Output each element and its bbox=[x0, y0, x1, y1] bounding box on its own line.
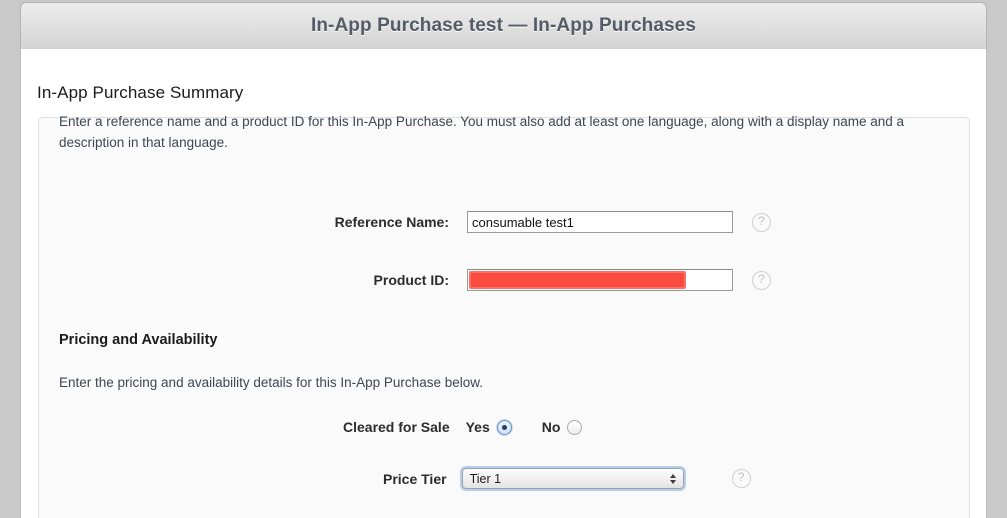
cleared-for-sale-label: Cleared for Sale bbox=[343, 419, 450, 435]
cleared-for-sale-option-yes[interactable]: Yes bbox=[466, 419, 512, 435]
price-tier-row: Price Tier Tier 1 ? bbox=[383, 468, 751, 489]
summary-intro-text: Enter a reference name and a product ID … bbox=[59, 114, 905, 150]
cleared-for-sale-row: Cleared for Sale Yes No bbox=[343, 419, 583, 435]
window-titlebar: In-App Purchase test — In-App Purchases bbox=[20, 2, 987, 49]
cleared-for-sale-no-radio[interactable] bbox=[567, 419, 583, 435]
page-title: In-App Purchase Summary bbox=[37, 83, 244, 102]
cleared-for-sale-yes-radio[interactable] bbox=[496, 419, 512, 435]
pricing-section-heading: Pricing and Availability bbox=[59, 332, 218, 348]
reference-name-row: Reference Name: ? bbox=[334, 211, 771, 233]
reference-name-input[interactable] bbox=[467, 211, 733, 233]
cleared-for-sale-yes-label: Yes bbox=[465, 419, 490, 435]
price-tier-select[interactable]: Tier 1 bbox=[461, 468, 684, 489]
cleared-for-sale-no-label: No bbox=[541, 419, 561, 435]
reference-name-help-icon[interactable]: ? bbox=[752, 212, 771, 232]
product-id-label: Product ID: bbox=[373, 272, 449, 288]
price-tier-help-icon[interactable]: ? bbox=[731, 469, 751, 488]
reference-name-label: Reference Name: bbox=[334, 214, 449, 230]
product-id-row: Product ID: ? bbox=[334, 269, 771, 291]
app-window: In-App Purchase test — In-App Purchases … bbox=[0, 0, 1007, 518]
chevron-updown-icon bbox=[669, 473, 676, 484]
price-tier-label: Price Tier bbox=[383, 470, 447, 487]
cleared-for-sale-option-no[interactable]: No bbox=[542, 419, 583, 435]
window-title: In-App Purchase test — In-App Purchases bbox=[310, 15, 697, 36]
pricing-section-intro: Enter the pricing and availability detai… bbox=[59, 375, 483, 390]
product-id-redaction-overlay bbox=[469, 271, 686, 289]
page-content: In-App Purchase Summary Enter a referenc… bbox=[20, 49, 987, 518]
price-tier-selected-value: Tier 1 bbox=[469, 471, 502, 486]
product-id-help-icon[interactable]: ? bbox=[752, 270, 771, 290]
summary-panel bbox=[38, 117, 970, 518]
